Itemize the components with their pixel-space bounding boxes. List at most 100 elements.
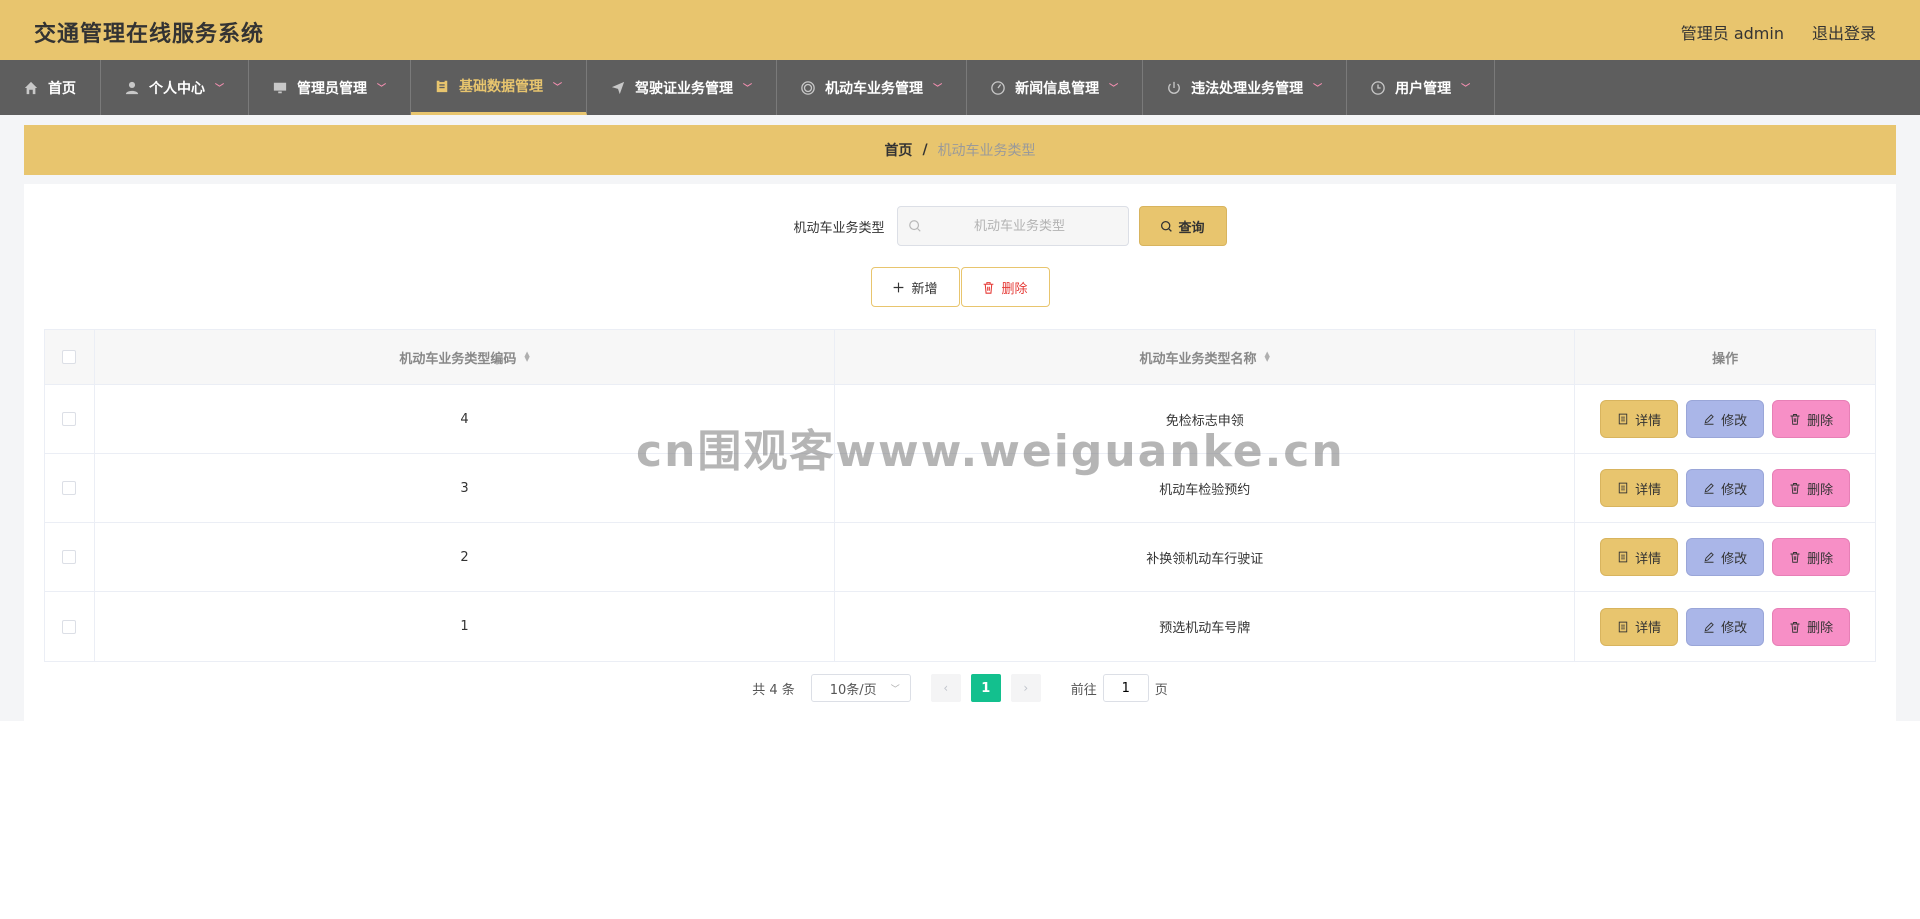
nav-item-personal-center[interactable]: 个人中心 ﹀	[101, 60, 250, 115]
cell-actions: 详情 修改 删除	[1575, 385, 1875, 453]
goto-page-input[interactable]	[1102, 674, 1149, 702]
pagination: 共 4 条 10条/页 ﹀ ‹ 1 › 前往 页	[24, 674, 1896, 702]
detail-button-label: 详情	[1635, 551, 1662, 567]
edit-button-label: 修改	[1721, 482, 1748, 498]
trash-icon	[984, 281, 994, 294]
pencil-icon	[1704, 621, 1714, 633]
chevron-down-icon: ﹀	[933, 84, 943, 94]
detail-button[interactable]: 详情	[1600, 469, 1679, 507]
add-button-label: 新增	[911, 281, 938, 297]
user-area: 管理员 admin 退出登录	[1681, 20, 1876, 44]
page-size-value: 10条/页	[829, 682, 877, 698]
delete-button-label: 删除	[1807, 482, 1834, 498]
edit-button-label: 修改	[1721, 551, 1748, 567]
nav-item-violation-business[interactable]: 违法处理业务管理 ﹀	[1143, 60, 1348, 115]
row-checkbox[interactable]	[62, 619, 77, 634]
nav-item-vehicle-business[interactable]: 机动车业务管理 ﹀	[777, 60, 968, 115]
column-header-label: 机动车业务类型编码	[399, 351, 517, 367]
nav-item-label: 违法处理业务管理	[1191, 80, 1304, 97]
delete-button-label: 删除	[1807, 551, 1834, 567]
chevron-down-icon: ﹀	[1313, 84, 1323, 94]
data-table: 机动车业务类型编码 ▲ ▼ 机动车业务类型名称 ▲ ▼ 操作 4 免检标志申领 详情…	[44, 329, 1876, 662]
nav-item-label: 管理员管理	[297, 80, 368, 97]
user-icon	[125, 81, 139, 95]
detail-button[interactable]: 详情	[1600, 607, 1679, 646]
delete-button[interactable]: 删除	[1772, 538, 1851, 576]
search-label: 机动车业务类型	[793, 220, 885, 236]
trash-icon	[1790, 621, 1800, 633]
chevron-down-icon: ﹀	[1109, 84, 1119, 94]
logout-link[interactable]: 退出登录	[1812, 20, 1876, 44]
action-row: 新增 删除	[24, 267, 1896, 307]
nav-item-license-business[interactable]: 驾驶证业务管理 ﹀	[587, 60, 778, 115]
select-all-checkbox[interactable]	[62, 350, 77, 364]
nav-item-label: 首页	[48, 80, 76, 97]
delete-button[interactable]: 删除	[1772, 607, 1851, 646]
delete-button-label: 删除	[1807, 621, 1834, 636]
add-button[interactable]: 新增	[870, 267, 960, 307]
breadcrumb-separator: /	[922, 142, 928, 158]
column-header-actions: 操作	[1575, 330, 1875, 384]
edit-button[interactable]: 修改	[1686, 400, 1765, 438]
delete-button[interactable]: 删除	[1772, 469, 1851, 507]
nav-item-home[interactable]: 首页	[0, 60, 101, 115]
column-header-code[interactable]: 机动车业务类型编码 ▲ ▼	[95, 330, 836, 384]
cell-name: 补换领机动车行驶证	[835, 523, 1576, 591]
table-row: 1 预选机动车号牌 详情 修改 删除	[45, 592, 1875, 661]
cell-code: 1	[95, 592, 836, 661]
row-checkbox[interactable]	[62, 481, 77, 495]
query-button-label: 查询	[1178, 220, 1205, 236]
page-size-select[interactable]: 10条/页 ﹀	[810, 674, 911, 702]
chevron-down-icon: ﹀	[553, 82, 563, 93]
delete-button-label: 删除	[1807, 413, 1834, 429]
table-header-row: 机动车业务类型编码 ▲ ▼ 机动车业务类型名称 ▲ ▼ 操作	[45, 330, 1875, 385]
sort-icon[interactable]: ▲ ▼	[1265, 351, 1270, 363]
breadcrumb-current: 机动车业务类型	[937, 143, 1036, 159]
document-icon	[1618, 413, 1628, 425]
cell-actions: 详情 修改 删除	[1575, 523, 1875, 591]
prev-page-button[interactable]: ‹	[930, 674, 961, 702]
batch-delete-button[interactable]: 删除	[960, 267, 1050, 307]
nav-item-label: 个人中心	[149, 80, 205, 97]
pagination-total: 共 4 条	[752, 682, 795, 698]
nav-item-basic-data-management[interactable]: 基础数据管理 ﹀	[411, 60, 588, 115]
row-checkbox-cell	[45, 523, 95, 591]
cell-actions: 详情 修改 删除	[1575, 454, 1875, 522]
detail-button-label: 详情	[1635, 621, 1662, 636]
target-icon	[801, 80, 815, 95]
query-button[interactable]: 查询	[1138, 206, 1227, 246]
nav-item-user-management[interactable]: 用户管理 ﹀	[1347, 60, 1496, 115]
nav-item-label: 用户管理	[1395, 80, 1452, 97]
sort-icon[interactable]: ▲ ▼	[524, 351, 529, 363]
detail-button[interactable]: 详情	[1600, 538, 1679, 576]
chevron-down-icon: ﹀	[377, 84, 387, 94]
detail-button[interactable]: 详情	[1600, 400, 1679, 438]
page-number-current[interactable]: 1	[970, 674, 1001, 702]
next-page-button[interactable]: ›	[1010, 674, 1041, 702]
search-input[interactable]	[929, 218, 1110, 234]
row-checkbox[interactable]	[62, 412, 77, 426]
edit-button[interactable]: 修改	[1686, 607, 1765, 646]
nav-item-label: 机动车业务管理	[825, 80, 924, 97]
column-header-name[interactable]: 机动车业务类型名称 ▲ ▼	[835, 330, 1576, 384]
delete-button[interactable]: 删除	[1772, 400, 1851, 438]
edit-button[interactable]: 修改	[1686, 469, 1765, 507]
pencil-icon	[1704, 483, 1714, 494]
search-row: 机动车业务类型 查询	[24, 206, 1896, 246]
edit-button-label: 修改	[1721, 621, 1748, 636]
breadcrumb-home-link[interactable]: 首页	[884, 140, 912, 160]
top-header: 交通管理在线服务系统 管理员 admin 退出登录	[0, 0, 1920, 60]
send-icon	[611, 81, 625, 95]
edit-button[interactable]: 修改	[1686, 538, 1765, 576]
cell-actions: 详情 修改 删除	[1575, 592, 1875, 661]
row-checkbox[interactable]	[62, 550, 77, 564]
app-title: 交通管理在线服务系统	[34, 22, 265, 47]
power-icon	[1167, 81, 1181, 95]
nav-item-news-management[interactable]: 新闻信息管理 ﹀	[967, 60, 1144, 115]
edit-button-label: 修改	[1721, 413, 1748, 429]
trash-icon	[1790, 483, 1800, 494]
monitor-icon	[273, 81, 287, 95]
chevron-down-icon: ﹀	[215, 84, 225, 94]
nav-item-admin-management[interactable]: 管理员管理 ﹀	[249, 60, 412, 115]
watermark: cn围观客www.weiguanke.cn	[636, 426, 1345, 477]
